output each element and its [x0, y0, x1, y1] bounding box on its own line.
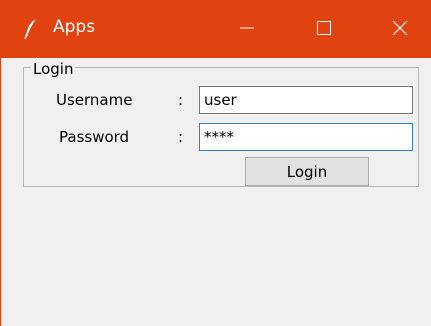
- username-label: Username: [56, 91, 133, 109]
- title-bar[interactable]: Apps: [1, 0, 431, 58]
- feather-icon: [23, 18, 39, 40]
- minimize-button[interactable]: [227, 10, 267, 46]
- maximize-button[interactable]: [304, 10, 344, 46]
- password-label: Password: [59, 128, 130, 146]
- close-icon: [392, 20, 408, 36]
- password-separator: :: [178, 128, 184, 146]
- username-separator: :: [178, 91, 184, 109]
- username-input[interactable]: [199, 86, 413, 114]
- minimize-icon: [240, 27, 254, 29]
- password-input[interactable]: [199, 123, 413, 151]
- login-frame-legend: Login: [31, 60, 76, 78]
- window-title: Apps: [53, 17, 96, 37]
- maximize-icon: [317, 21, 331, 35]
- login-button[interactable]: Login: [245, 157, 369, 186]
- close-button[interactable]: [380, 10, 420, 46]
- app-window: Apps Login Username : Password : Login: [0, 0, 431, 326]
